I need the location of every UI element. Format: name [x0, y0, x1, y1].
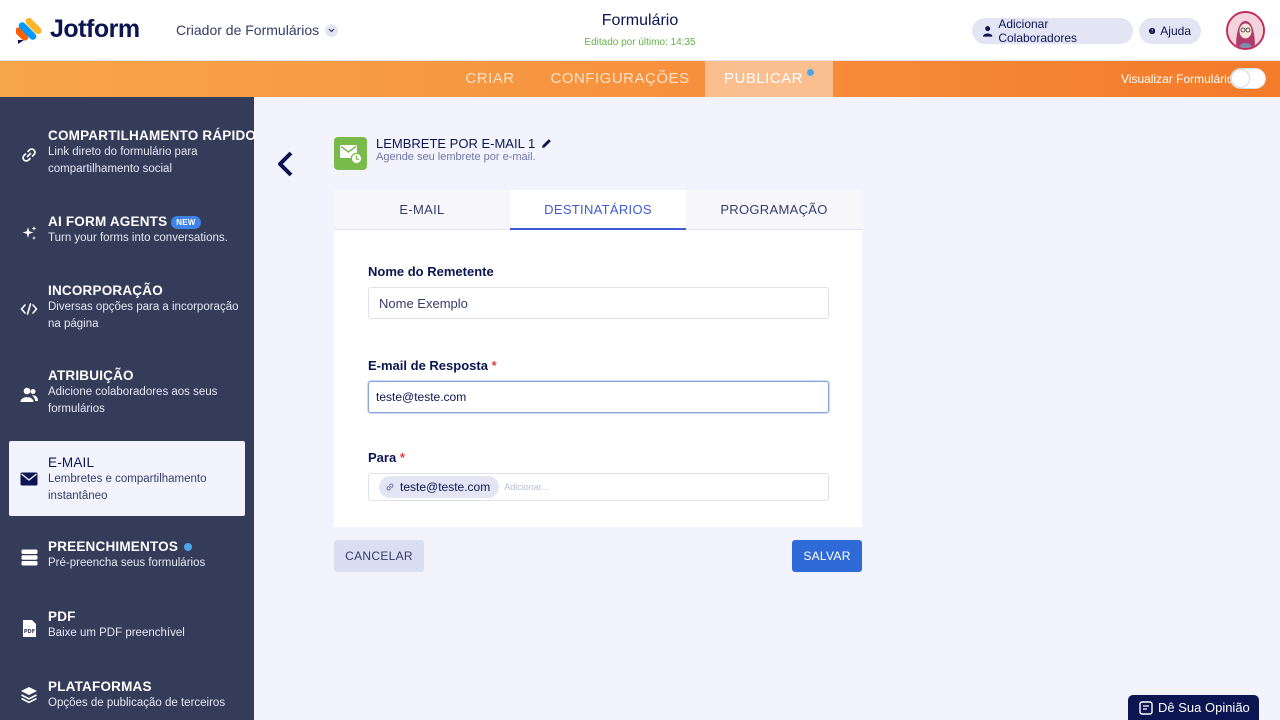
feedback-label: Dê Sua Opinião	[1158, 700, 1250, 715]
reply-email-label: E-mail de Resposta *	[368, 358, 497, 373]
notification-dot	[807, 69, 815, 76]
reply-email-input[interactable]: teste@teste.com	[368, 381, 829, 413]
reminder-settings-card: E-MAIL DESTINATÁRIOS PROGRAMAÇÃO Nome do…	[334, 190, 862, 527]
cancel-button[interactable]: CANCELAR	[334, 540, 424, 572]
sidebar-item-embed[interactable]: INCORPORAÇÃO Diversas opções para a incor…	[9, 283, 245, 343]
sidebar-item-title: AI FORM AGENTS	[48, 214, 168, 229]
reminder-title[interactable]: LEMBRETE POR E-MAIL 1	[376, 136, 552, 151]
jotform-logo[interactable]: Jotform	[16, 14, 140, 44]
reminder-subtitle: Agende seu lembrete por e-mail.	[376, 151, 536, 163]
sidebar-item-desc: Link direto do formulário para compartil…	[48, 146, 198, 175]
layers-icon	[19, 685, 39, 705]
email-reminder-icon	[334, 137, 367, 170]
pencil-icon[interactable]	[541, 138, 552, 149]
help-label: Ajuda	[1160, 24, 1191, 38]
stack-rows-icon	[19, 547, 39, 567]
nav-tab-publicar[interactable]: PUBLICAR	[705, 61, 833, 97]
sidebar-item-desc: Turn your forms into conversations.	[48, 232, 228, 244]
new-badge: NEW	[171, 215, 201, 229]
sidebar-item-quick-share[interactable]: COMPARTILHAMENTO RÁPIDO Link direto do fo…	[9, 128, 257, 188]
nav-tab-criar[interactable]: CRIAR	[459, 61, 521, 97]
users-icon	[19, 384, 39, 404]
builder-label: Criador de Formulários	[176, 22, 320, 38]
sidebar-item-assign[interactable]: ATRIBUIÇÃO Adicione colaboradores aos seu…	[9, 368, 245, 428]
sender-name-input[interactable]: Nome Exemplo	[368, 287, 829, 319]
publish-sidebar: COMPARTILHAMENTO RÁPIDO Link direto do fo…	[0, 97, 257, 720]
nav-tab-publicar-label: PUBLICAR	[723, 70, 804, 87]
recipient-tag[interactable]: teste@teste.com	[379, 476, 500, 498]
user-avatar[interactable]	[1226, 11, 1265, 50]
pdf-file-icon: PDF	[19, 618, 39, 638]
form-title[interactable]: Formulário	[540, 12, 740, 30]
chevron-down-icon	[325, 23, 339, 37]
add-collaborators-button[interactable]: Adicionar Colaboradores	[972, 17, 1133, 45]
sender-name-label: Nome do Remetente	[368, 264, 494, 279]
sidebar-item-desc: Pré-preencha seus formulários	[48, 557, 206, 569]
tab-email[interactable]: E-MAIL	[334, 190, 510, 230]
sidebar-item-title: INCORPORAÇÃO	[48, 283, 163, 298]
top-header: Jotform Criador de Formulários Formulári…	[0, 0, 1280, 61]
envelope-icon	[19, 469, 39, 489]
to-label: Para *	[368, 450, 405, 465]
builder-dropdown[interactable]: Criador de Formulários	[176, 22, 339, 38]
sidebar-item-desc: Diversas opções para a incorporação na p…	[48, 301, 239, 330]
reminder-title-text: LEMBRETE POR E-MAIL 1	[376, 136, 536, 151]
jotform-logo-icon	[16, 17, 42, 44]
required-asterisk: *	[491, 358, 497, 373]
sidebar-item-pdf[interactable]: PDF PDF Baixe um PDF preenchível	[9, 609, 245, 654]
tab-schedule[interactable]: PROGRAMAÇÃO	[686, 190, 862, 230]
sidebar-item-desc: Baixe um PDF preenchível	[48, 627, 185, 639]
avatar-illustration-icon	[1228, 13, 1263, 48]
link-icon	[19, 145, 39, 165]
toggle-knob	[1232, 70, 1249, 87]
feedback-icon	[1139, 700, 1153, 715]
add-recipient-placeholder[interactable]: Adicionar...	[504, 482, 549, 492]
sidebar-item-desc: Lembretes e compartilhamento instantâneo	[48, 473, 207, 502]
add-collaborators-label: Adicionar Colaboradores	[998, 17, 1078, 45]
svg-text:PDF: PDF	[23, 629, 34, 635]
sidebar-item-title: ATRIBUIÇÃO	[48, 368, 134, 383]
link-icon	[386, 483, 394, 491]
save-button[interactable]: SALVAR	[792, 540, 862, 572]
sidebar-item-title: PDF	[48, 609, 76, 624]
sidebar-item-title: COMPARTILHAMENTO RÁPIDO	[48, 128, 257, 143]
preview-form-label: Visualizar Formulário	[1121, 72, 1234, 86]
required-asterisk: *	[399, 450, 405, 465]
sidebar-item-title: PLATAFORMAS	[48, 679, 152, 694]
to-label-text: Para	[368, 450, 397, 465]
feedback-button[interactable]: Dê Sua Opinião	[1128, 695, 1259, 720]
code-icon	[19, 299, 39, 319]
notification-dot	[184, 543, 193, 552]
sidebar-item-desc: Opções de publicação de terceiros	[48, 697, 226, 709]
sidebar-item-prefill[interactable]: PREENCHIMENTOS Pré-preencha seus formulár…	[9, 539, 245, 584]
builder-navbar: CRIAR CONFIGURAÇÕES PUBLICAR Visualizar …	[0, 61, 1280, 97]
sidebar-item-desc: Adicione colaboradores aos seus formulár…	[48, 386, 218, 415]
sidebar-item-ai-form-agents[interactable]: AI FORM AGENTS NEW Turn your forms into co…	[9, 214, 245, 259]
sidebar-item-title: PREENCHIMENTOS	[48, 539, 179, 554]
preview-form-toggle[interactable]	[1230, 68, 1266, 89]
tab-recipients[interactable]: DESTINATÁRIOS	[510, 190, 686, 230]
to-recipients-input[interactable]: teste@teste.com Adicionar...	[368, 473, 829, 501]
back-arrow-icon[interactable]	[276, 151, 296, 177]
user-icon	[982, 26, 993, 37]
nav-tab-configuracoes[interactable]: CONFIGURAÇÕES	[549, 61, 691, 97]
reminder-tabs: E-MAIL DESTINATÁRIOS PROGRAMAÇÃO	[334, 190, 862, 230]
last-edited-text: Editado por último: 14:35	[584, 37, 696, 48]
sparkles-icon	[19, 223, 39, 243]
help-button[interactable]: ? Ajuda	[1139, 18, 1201, 44]
help-icon: ?	[1149, 27, 1156, 35]
sidebar-item-email[interactable]: E-MAIL Lembretes e compartilhamento insta…	[9, 441, 245, 516]
sidebar-item-title: E-MAIL	[48, 455, 95, 470]
recipient-tag-text: teste@teste.com	[400, 480, 491, 494]
logo-text: Jotform	[50, 14, 140, 43]
reply-email-label-text: E-mail de Resposta	[368, 358, 488, 373]
sidebar-item-platforms[interactable]: PLATAFORMAS Opções de publicação de terce…	[9, 679, 245, 719]
form-title-area: Formulário Editado por último: 14:35	[540, 12, 740, 48]
